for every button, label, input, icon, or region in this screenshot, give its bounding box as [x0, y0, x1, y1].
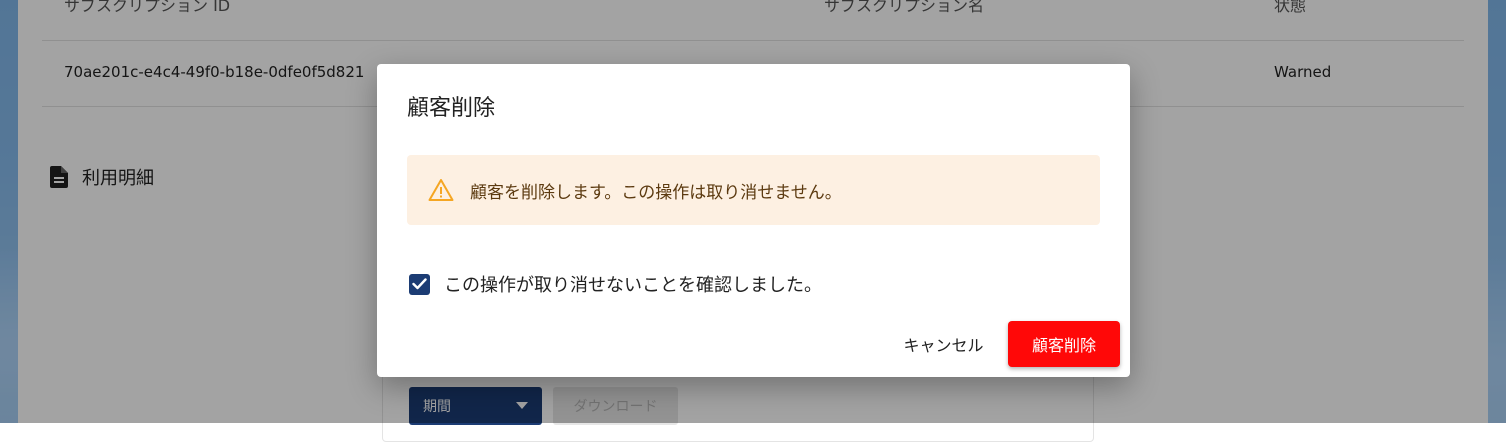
- confirm-checkbox[interactable]: [409, 273, 430, 295]
- warning-alert: 顧客を削除します。この操作は取り消せません。: [407, 155, 1100, 225]
- warning-text: 顧客を削除します。この操作は取り消せません。: [470, 182, 842, 203]
- right-edge: [1488, 0, 1506, 423]
- dialog-title: 顧客削除: [407, 96, 496, 121]
- confirm-checkbox-row[interactable]: この操作が取り消せないことを確認しました。: [409, 271, 822, 297]
- confirm-label: この操作が取り消せないことを確認しました。: [444, 275, 822, 296]
- cancel-button[interactable]: キャンセル: [886, 321, 1001, 367]
- warning-icon: [428, 179, 454, 201]
- checkmark-icon: [412, 278, 427, 290]
- delete-customer-button[interactable]: 顧客削除: [1008, 321, 1120, 367]
- delete-customer-dialog: 顧客削除 顧客を削除します。この操作は取り消せません。 この操作が取り消せないこ…: [377, 64, 1130, 377]
- left-edge: [0, 0, 18, 423]
